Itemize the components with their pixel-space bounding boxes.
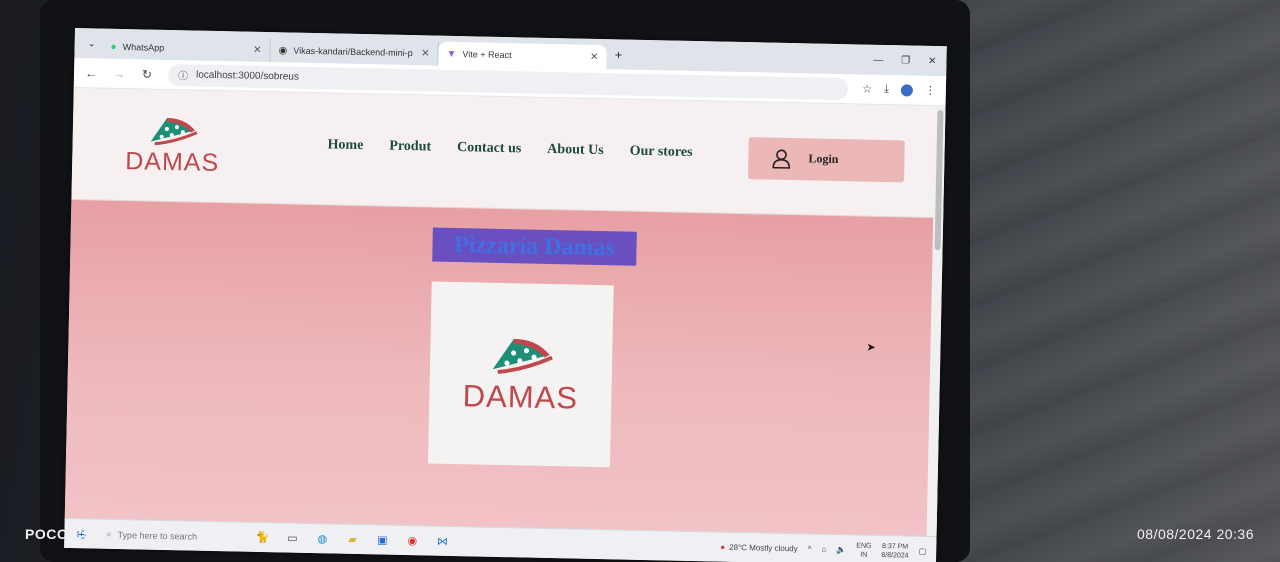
pizza-slice-icon (492, 338, 553, 374)
network-icon[interactable]: ⌂ (821, 545, 826, 554)
tab-title: Vikas-kandari/Backend-mini-p (293, 45, 413, 59)
search-icon: ⌕ (106, 528, 112, 539)
forward-arrow-icon[interactable]: → (112, 66, 126, 80)
tab-search-chevron-icon[interactable]: ⌄ (80, 32, 102, 54)
lang-top: ENG (856, 541, 872, 550)
mouse-cursor-icon: ➤ (866, 341, 876, 354)
volume-icon[interactable]: 🔈 (836, 545, 846, 554)
scrollbar-thumb[interactable] (934, 110, 944, 251)
login-button[interactable]: Login (747, 136, 905, 182)
close-tab-icon[interactable]: ✕ (590, 51, 599, 62)
hero-logo-card: DAMAS (427, 281, 614, 468)
hero-section: Pizzaria Damas DAMAS ➤ (64, 199, 944, 539)
pizza-slice-icon (150, 117, 198, 146)
close-tab-icon[interactable]: ✕ (421, 48, 430, 59)
notification-icon[interactable]: ▢ (919, 547, 927, 556)
nav-our-stores[interactable]: Our stores (629, 143, 692, 160)
bookmark-star-icon[interactable]: ☆ (862, 82, 872, 95)
vscode-icon[interactable]: ⋈ (434, 533, 450, 549)
weather-icon: ● (720, 542, 726, 552)
floor-background (940, 0, 1280, 562)
hero-logo-text: DAMAS (462, 378, 579, 416)
lang-bottom: IN (860, 551, 868, 559)
edge-icon[interactable]: ◍ (314, 531, 330, 547)
nav-home[interactable]: Home (327, 137, 363, 154)
main-nav: Home Produt Contact us About Us Our stor… (327, 137, 692, 161)
close-window-icon[interactable]: ✕ (928, 55, 937, 66)
tab-title: Vite + React (462, 49, 512, 61)
download-icon[interactable]: ⤓ (884, 83, 889, 96)
cat-widget-icon[interactable]: 🐈 (254, 529, 270, 545)
file-explorer-icon[interactable]: ▰ (344, 531, 360, 547)
taskbar-clock[interactable]: 8:37 PM 8/8/2024 (881, 542, 909, 561)
whatsapp-icon: ● (110, 41, 117, 53)
tab-vite-react[interactable]: ▼ Vite + React ✕ (438, 41, 607, 70)
minimize-icon[interactable]: — (873, 54, 883, 65)
toolbar-icons: ☆ ⤓ ⋮ (862, 82, 936, 97)
profile-avatar[interactable] (900, 83, 914, 97)
camera-watermark-datetime: 08/08/2024 20:36 (1137, 526, 1254, 542)
close-tab-icon[interactable]: ✕ (253, 44, 262, 55)
clock-date: 8/8/2024 (881, 551, 909, 560)
brand-name: DAMAS (124, 147, 220, 178)
store-icon[interactable]: ▣ (374, 532, 390, 548)
system-tray: ● 28°C Mostly cloudy ^ ⌂ 🔈 ENG IN 8:37 P… (720, 538, 936, 561)
site-header: DAMAS Home Produt Contact us About Us Ou… (71, 87, 946, 219)
github-icon: ◉ (278, 44, 288, 56)
site-info-icon[interactable]: ⓘ (178, 67, 188, 82)
url-text[interactable]: localhost:3000/sobreus (196, 70, 299, 83)
login-label: Login (808, 151, 839, 167)
language-indicator[interactable]: ENG IN (856, 541, 872, 559)
weather-widget[interactable]: ● 28°C Mostly cloudy (720, 543, 798, 554)
tab-whatsapp[interactable]: ● WhatsApp ✕ (102, 34, 271, 63)
restore-icon[interactable]: ❐ (901, 55, 910, 66)
camera-watermark-device: POCO C55 (25, 526, 100, 542)
chrome-icon[interactable]: ◉ (404, 533, 420, 549)
search-placeholder: Type here to search (117, 529, 198, 542)
back-arrow-icon[interactable]: ← (84, 66, 98, 80)
taskbar-search[interactable]: ⌕ Type here to search (100, 523, 240, 548)
reload-icon[interactable]: ↻ (140, 67, 154, 81)
task-view-icon[interactable]: ▭ (284, 530, 300, 546)
brand-logo[interactable]: DAMAS (112, 113, 233, 178)
vite-icon: ▼ (446, 48, 457, 60)
tray-chevron-icon[interactable]: ^ (808, 544, 812, 553)
hero-title: Pizzaria Damas (432, 227, 637, 266)
laptop-screen: ⌄ ● WhatsApp ✕ ◉ Vikas-kandari/Backend-m… (64, 28, 947, 562)
user-icon (772, 149, 791, 169)
kebab-menu-icon[interactable]: ⋮ (925, 84, 936, 97)
nav-about-us[interactable]: About Us (547, 141, 604, 158)
nav-produt[interactable]: Produt (389, 138, 431, 155)
window-controls: — ❐ ✕ (873, 54, 947, 67)
web-page: DAMAS Home Produt Contact us About Us Ou… (64, 87, 946, 539)
nav-contact-us[interactable]: Contact us (457, 140, 521, 157)
new-tab-plus-icon[interactable]: + (606, 47, 630, 62)
weather-text: 28°C Mostly cloudy (729, 542, 798, 554)
tab-github[interactable]: ◉ Vikas-kandari/Backend-mini-p ✕ (270, 38, 439, 66)
tab-title: WhatsApp (122, 42, 165, 53)
